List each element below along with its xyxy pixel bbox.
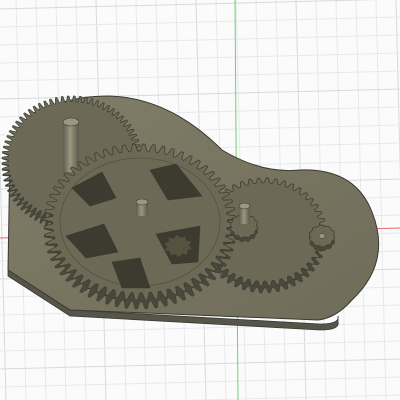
- grid-line: [375, 0, 387, 400]
- cad-viewport[interactable]: [0, 0, 400, 400]
- shaft-pinion: [238, 202, 251, 224]
- grid-line: [0, 340, 400, 352]
- grid-line: [0, 88, 400, 100]
- grid-line: [0, 16, 400, 28]
- grid-line: [0, 70, 400, 82]
- 3d-canvas[interactable]: [0, 0, 400, 400]
- grid-line: [0, 358, 400, 370]
- grid-line: [0, 34, 400, 46]
- gear-assembly-model[interactable]: [1, 95, 380, 331]
- shaft-back: [62, 117, 80, 172]
- grid-line: [395, 0, 400, 181]
- shaft-front: [135, 198, 149, 216]
- grid-line: [0, 0, 381, 10]
- grid-line: [0, 52, 400, 64]
- grid-line: [0, 139, 7, 400]
- grid-line: [0, 376, 400, 388]
- gear-pinion-tiny-hub: [318, 233, 326, 239]
- grid-line: [179, 394, 400, 400]
- grid-line: [0, 322, 400, 334]
